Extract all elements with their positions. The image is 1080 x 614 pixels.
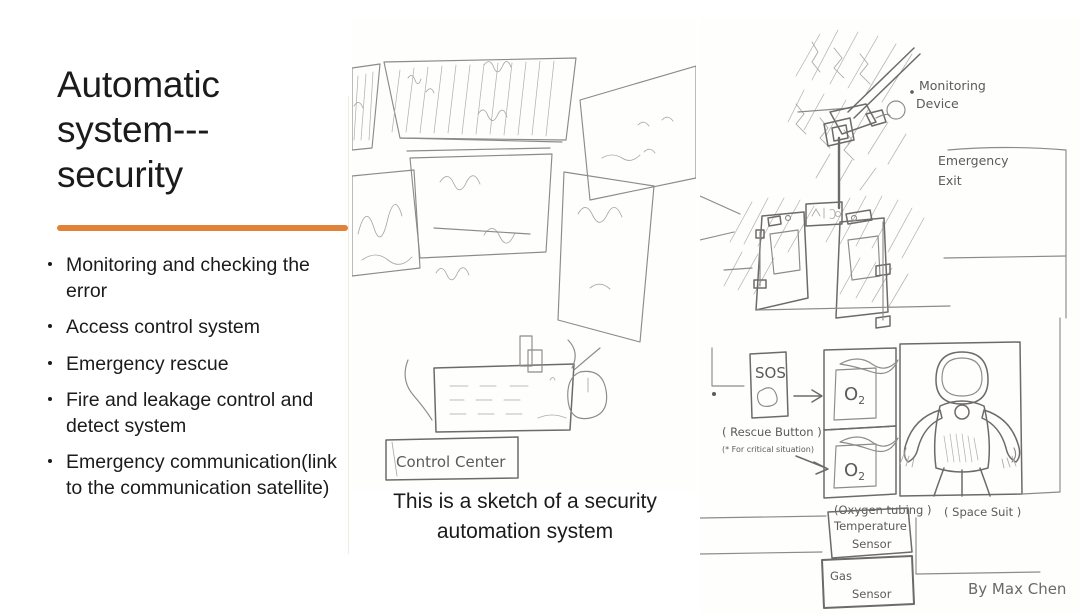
list-item: Emergency rescue <box>44 352 356 378</box>
rescue-button-label: ( Rescue Button ) <box>722 425 822 439</box>
monitoring-device-label-line2: Device <box>916 96 959 111</box>
space-suit-label: ( Space Suit ) <box>944 505 1021 519</box>
oxygen-tank-2-label: O2 <box>844 460 865 483</box>
bullet-dot-icon <box>48 360 52 365</box>
control-center-label: Control Center <box>396 453 506 471</box>
list-item-label: Emergency communication(link to the comm… <box>66 451 337 499</box>
list-item: Monitoring and checking the error <box>44 253 356 304</box>
gas-sensor-label-line2: Sensor <box>852 587 892 601</box>
bullet-dot-icon <box>48 324 52 328</box>
oxygen-tank-1-label: O2 <box>844 384 865 407</box>
bullet-list: Monitoring and checking the error Access… <box>44 253 356 512</box>
column-divider <box>348 96 349 554</box>
emergency-exit-label-line2: Exit <box>938 173 962 188</box>
list-item-label: Fire and leakage control and detect syst… <box>66 389 314 437</box>
title-underline-rule <box>57 225 348 231</box>
emergency-exit-label-line1: Emergency <box>938 153 1009 168</box>
security-automation-sketch-image: Monitoring Device Emergency Exit SOS (R… <box>700 18 1080 614</box>
list-item-label: Access control system <box>66 316 260 338</box>
page-title: Automatic system--- security <box>57 64 220 195</box>
list-item-label: Emergency rescue <box>66 352 229 375</box>
sketch-caption: This is a sketch of a security automatio… <box>393 490 657 543</box>
bullet-dot-icon <box>48 262 52 266</box>
sos-label: SOS <box>755 364 786 382</box>
bullet-dot-icon <box>48 459 52 463</box>
signature-label: By Max Chen <box>968 580 1066 598</box>
bullet-dot-icon <box>48 397 52 401</box>
control-center-sketch-image: Control Center <box>352 20 696 490</box>
list-item: Emergency communication(link to the comm… <box>44 450 356 501</box>
list-item: Fire and leakage control and detect syst… <box>44 388 356 439</box>
temperature-sensor-label-line1: Temperature <box>833 519 907 533</box>
slide-canvas: Automatic system--- security Monitoring … <box>0 0 1080 614</box>
list-item: Access control system <box>44 315 356 341</box>
temperature-sensor-label-line2: Sensor <box>852 537 892 551</box>
gas-sensor-label-line1: Gas <box>830 569 852 583</box>
critical-situation-label: (* For critical situation) <box>722 445 814 454</box>
list-item-label: Monitoring and checking the error <box>66 254 310 302</box>
monitoring-device-label-line1: Monitoring <box>919 78 986 93</box>
